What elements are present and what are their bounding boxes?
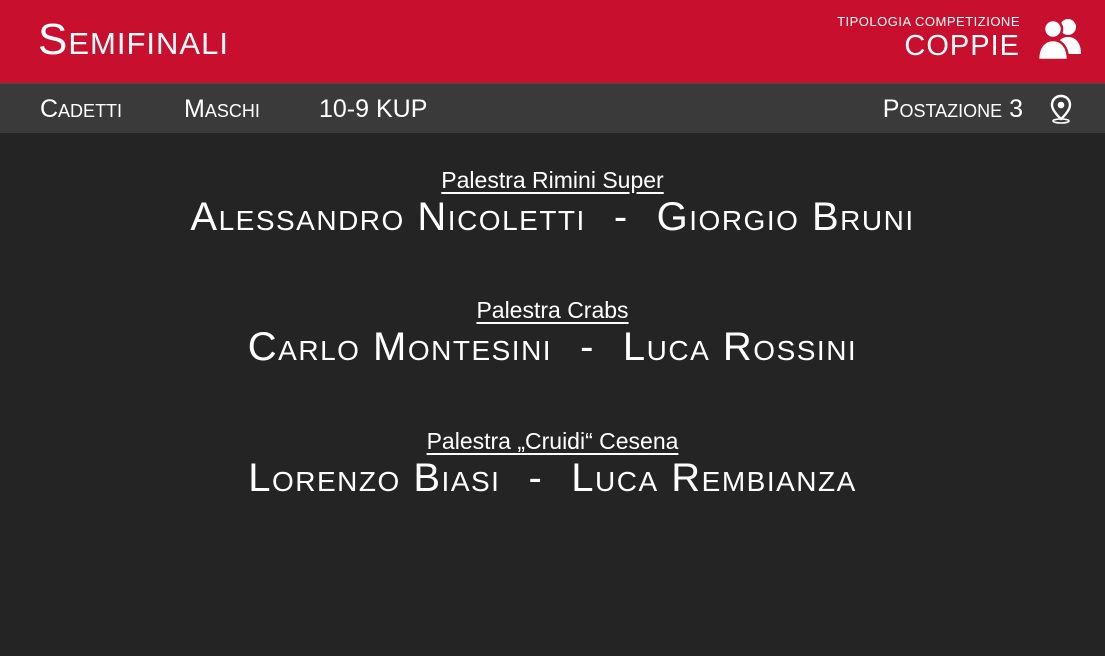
page-title: Semifinali: [38, 15, 229, 64]
gym-name: Palestra Crabs: [476, 297, 629, 323]
competition-type-label: Tipologia competizione: [837, 14, 1020, 29]
athlete-name: Luca Rembianza: [571, 456, 857, 500]
info-bar: Cadetti Maschi 10-9 KUP Postazione 3: [0, 83, 1105, 133]
pair-item: Palestra Rimini Super Alessandro Nicolet…: [0, 166, 1105, 240]
gym-name: Palestra „Cruidi“ Cesena: [426, 428, 679, 454]
pair-athletes: Carlo Montesini - Luca Rossini: [0, 324, 1105, 370]
athlete-name: Carlo Montesini: [247, 325, 553, 369]
pair-athletes: Alessandro Nicoletti - Giorgio Bruni: [0, 194, 1105, 240]
pair-separator: -: [580, 325, 595, 369]
grade-label: 10-9 KUP: [319, 95, 428, 123]
gym-name: Palestra Rimini Super: [441, 167, 664, 193]
pair-item: Palestra „Cruidi“ Cesena Lorenzo Biasi - L…: [0, 427, 1105, 501]
pair-separator: -: [613, 195, 629, 239]
pairs-list: Palestra Rimini Super Alessandro Nicolet…: [0, 133, 1105, 656]
athlete-name: Alessandro Nicoletti: [190, 195, 586, 239]
competition-type-value: COPPIE: [904, 30, 1020, 62]
pair-item: Palestra Crabs Carlo Montesini - Luca Ross…: [0, 296, 1105, 370]
gender-label: Maschi: [184, 95, 260, 123]
pair-separator: -: [528, 456, 544, 500]
header-bar: Semifinali Tipologia competizione COPPIE: [0, 0, 1105, 83]
competition-type: Tipologia competizione COPPIE: [837, 14, 1020, 62]
category-label: Cadetti: [40, 95, 123, 123]
athlete-name: Lorenzo Biasi: [248, 456, 501, 500]
athlete-name: Giorgio Bruni: [656, 195, 915, 239]
map-pin-icon: [1050, 94, 1072, 124]
pair-athletes: Lorenzo Biasi - Luca Rembianza: [0, 455, 1105, 501]
users-icon: [1036, 18, 1081, 62]
station-label: Postazione 3: [882, 95, 1023, 123]
athlete-name: Luca Rossini: [622, 325, 858, 369]
